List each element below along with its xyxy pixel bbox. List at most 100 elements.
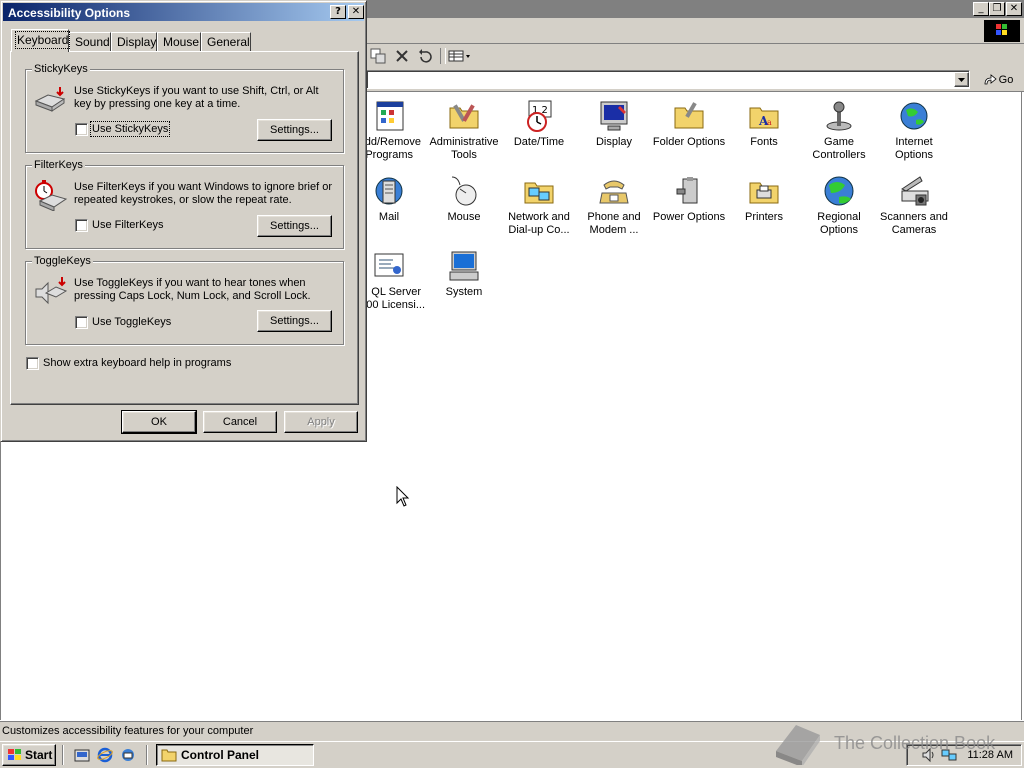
cancel-label: Cancel (222, 416, 258, 428)
cp-item-phone-modem[interactable]: Phone and Modem ... (576, 175, 652, 237)
outlook-express-icon[interactable] (120, 747, 136, 763)
cp-item-line1: Phone and (587, 211, 641, 223)
stickykeys-keyboard-icon (34, 85, 68, 113)
go-arrow-icon (984, 73, 997, 84)
tab-sound[interactable]: Sound (69, 32, 111, 52)
show-desktop-icon[interactable] (74, 747, 90, 763)
cp-item-line1: System (445, 286, 483, 298)
mouse-icon (448, 175, 480, 207)
tab-display-label: Display (117, 35, 157, 49)
cp-item-line1: Fonts (750, 136, 778, 148)
folder-options-icon (673, 100, 705, 132)
toolbar-separator (440, 48, 446, 64)
tab-mouse[interactable]: Mouse (157, 32, 201, 52)
cp-item-scanners-cameras[interactable]: Scanners and Cameras (876, 175, 952, 237)
togglekeys-checkbox-label[interactable]: Use ToggleKeys (92, 316, 171, 328)
stickykeys-checkbox[interactable] (75, 123, 88, 136)
dialog-close-button[interactable]: ✕ (348, 5, 364, 19)
internet-explorer-icon[interactable] (97, 747, 113, 763)
go-label: Go (998, 73, 1014, 86)
cp-item-folder-options[interactable]: Folder Options (651, 100, 727, 149)
stickykeys-settings-button[interactable]: Settings... (257, 119, 332, 141)
extra-keyboard-help-checkbox[interactable] (26, 357, 39, 370)
mouse-pointer-icon (396, 485, 410, 508)
game-controllers-icon (823, 100, 855, 132)
ok-button[interactable]: OK (121, 410, 197, 434)
stickykeys-checkbox-label[interactable]: Use StickyKeys (89, 121, 171, 137)
cp-item-display[interactable]: Display (576, 100, 652, 149)
stickykeys-group-label: StickyKeys (32, 63, 90, 75)
cp-item-system[interactable]: System (426, 250, 502, 299)
cp-item-mouse[interactable]: Mouse (426, 175, 502, 224)
filterkeys-checkbox-label[interactable]: Use FilterKeys (92, 219, 164, 231)
delete-icon[interactable] (394, 48, 410, 64)
close-button[interactable]: ✕ (1006, 2, 1022, 16)
start-label: Start (25, 748, 53, 762)
start-button[interactable]: Start (2, 744, 56, 766)
cp-item-line1: Scanners and (880, 211, 948, 223)
watermark-text: The Collection Book (834, 732, 996, 753)
cp-item-game-controllers[interactable]: Game Controllers (801, 100, 877, 162)
accessibility-options-dialog: Accessibility Options ? ✕ Keyboard Sound… (0, 0, 367, 442)
dialog-title: Accessibility Options (8, 6, 131, 20)
svg-text:a: a (767, 118, 772, 127)
tab-mouse-label: Mouse (163, 35, 200, 49)
togglekeys-speaker-icon (34, 275, 68, 307)
cp-item-administrative-tools[interactable]: Administrative Tools (426, 100, 502, 162)
sql-licensing-icon (373, 250, 405, 282)
togglekeys-checkbox[interactable] (75, 316, 88, 329)
printers-icon (748, 175, 780, 207)
display-icon (598, 100, 630, 132)
cp-item-line1: Game (824, 136, 854, 148)
taskbar-control-panel-button[interactable]: Control Panel (156, 744, 314, 766)
dialog-titlebar: Accessibility Options ? ✕ (3, 3, 364, 21)
cancel-button[interactable]: Cancel (203, 411, 277, 433)
undo-icon[interactable] (417, 48, 433, 64)
cp-item-network[interactable]: Network and Dial-up Co... (501, 175, 577, 237)
restore-button[interactable]: ❐ (989, 2, 1005, 16)
control-panel-icon (161, 749, 177, 762)
cp-item-line2: Cameras (891, 224, 937, 236)
help-button[interactable]: ? (330, 5, 346, 19)
cp-item-internet-options[interactable]: Internet Options (876, 100, 952, 162)
taskbar-control-panel-label: Control Panel (181, 748, 260, 762)
stickykeys-settings-label: Settings... (270, 124, 319, 136)
cp-item-line2: Tools (451, 149, 477, 161)
minimize-button[interactable]: _ (973, 2, 989, 16)
system-icon (448, 250, 480, 282)
cp-item-power-options[interactable]: Power Options (651, 175, 727, 224)
copy-to-icon[interactable] (370, 48, 386, 64)
tab-keyboard[interactable]: Keyboard (11, 29, 71, 52)
scanners-cameras-icon (898, 175, 930, 207)
date-time-icon: 1 2 (523, 100, 555, 132)
cp-item-line1: Regional (817, 211, 861, 223)
mail-icon (373, 175, 405, 207)
views-icon[interactable] (448, 48, 472, 64)
go-button[interactable]: Go (978, 70, 1018, 89)
cp-item-printers[interactable]: Printers (726, 175, 802, 224)
apply-button[interactable]: Apply (284, 411, 358, 433)
cp-item-line2: Options (895, 149, 933, 161)
tab-keyboard-label: Keyboard (14, 31, 71, 49)
book-logo-icon (776, 725, 820, 765)
tab-display[interactable]: Display (111, 32, 157, 52)
cp-item-regional-options[interactable]: Regional Options (801, 175, 877, 237)
address-dropdown-button[interactable] (954, 72, 969, 87)
status-text: Customizes accessibility features for yo… (2, 725, 254, 737)
cp-item-date-time[interactable]: 1 2 Date/Time (501, 100, 577, 149)
cp-item-line1: Administrative (429, 136, 499, 148)
fonts-icon: Aa (748, 100, 780, 132)
cp-item-fonts[interactable]: Aa Fonts (726, 100, 802, 149)
address-input[interactable] (366, 70, 970, 89)
cp-item-line1: Date/Time (513, 136, 565, 148)
power-options-icon (673, 175, 705, 207)
tab-general[interactable]: General (201, 32, 251, 52)
cp-item-line1: Network and (508, 211, 570, 223)
internet-options-icon (898, 100, 930, 132)
togglekeys-settings-button[interactable]: Settings... (257, 310, 332, 332)
cp-item-line1: Printers (745, 211, 783, 223)
phone-modem-icon (598, 175, 630, 207)
filterkeys-checkbox[interactable] (75, 219, 88, 232)
filterkeys-settings-button[interactable]: Settings... (257, 215, 332, 237)
extra-keyboard-help-label[interactable]: Show extra keyboard help in programs (43, 357, 231, 369)
